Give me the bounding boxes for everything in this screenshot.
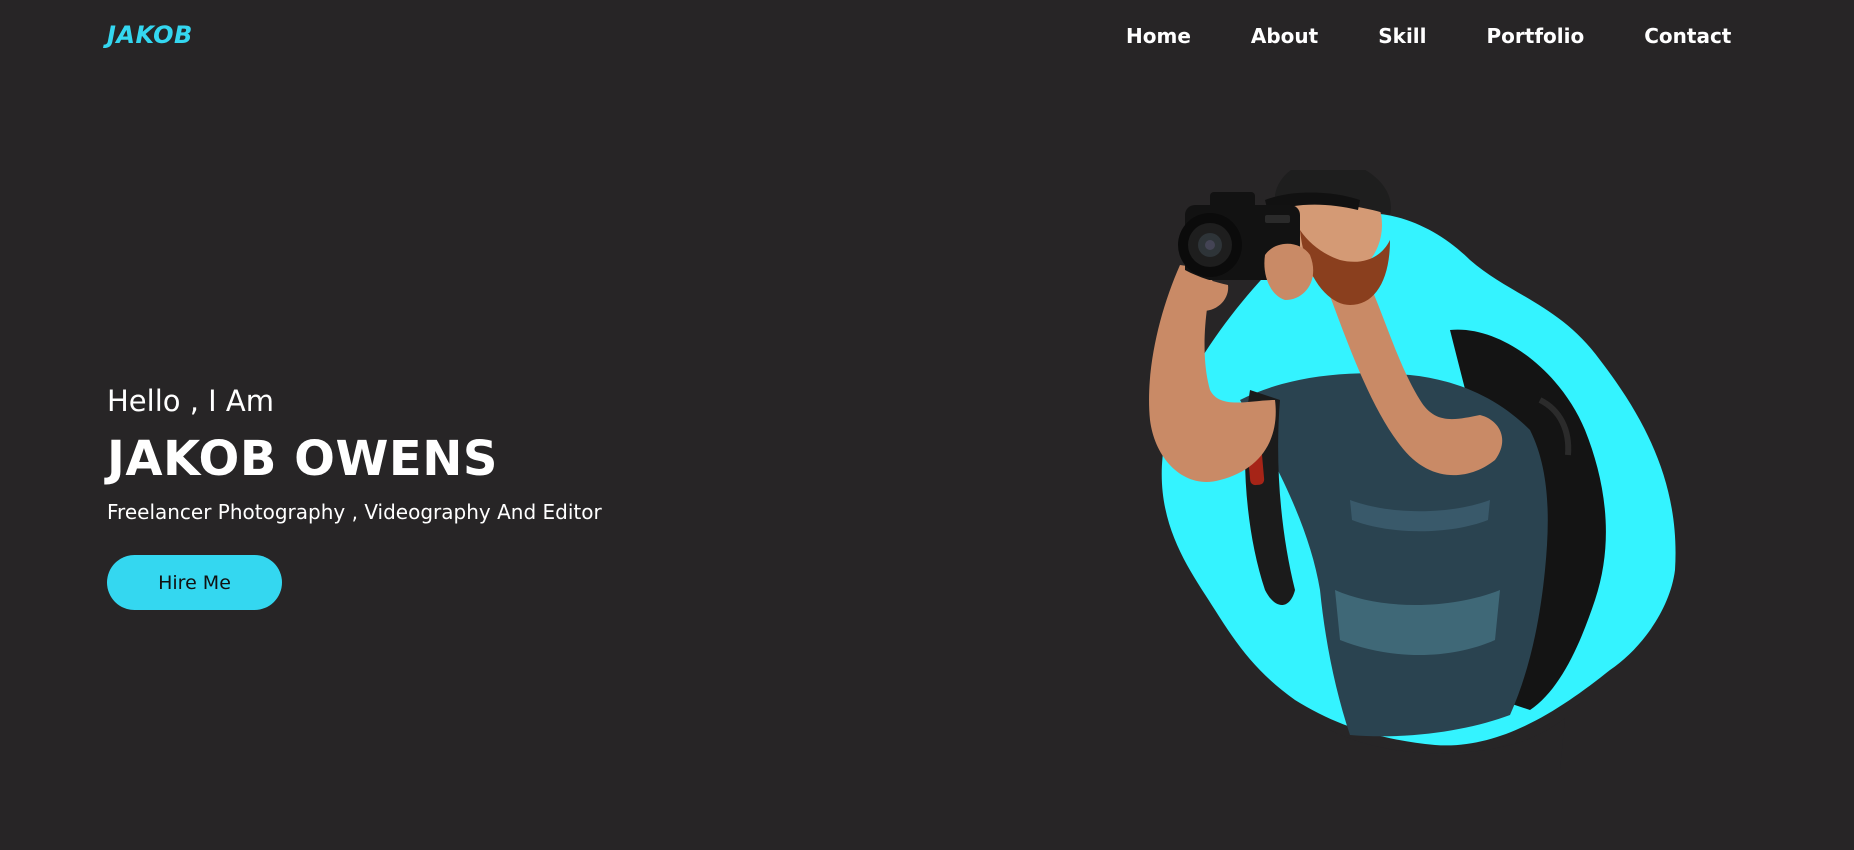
nav-item-about[interactable]: About xyxy=(1251,24,1318,48)
hero-image xyxy=(1090,170,1710,770)
nav-item-portfolio[interactable]: Portfolio xyxy=(1487,24,1585,48)
nav-item-contact[interactable]: Contact xyxy=(1644,24,1731,48)
hero-greeting: Hello , I Am xyxy=(107,384,275,418)
nav-item-skill[interactable]: Skill xyxy=(1378,24,1426,48)
hero-tagline: Freelancer Photography , Videography And… xyxy=(107,500,602,524)
hire-me-button[interactable]: Hire Me xyxy=(107,555,282,610)
main-nav: Home About Skill Portfolio Contact xyxy=(1126,24,1731,48)
hero-intro: Hello , I Am JAKOB OWENS Freelancer Phot… xyxy=(107,381,602,610)
page: JAKOB Home About Skill Portfolio Contact… xyxy=(0,0,1854,850)
hero-name: JAKOB OWENS xyxy=(107,431,498,487)
photographer-portrait-icon xyxy=(1149,170,1676,770)
logo[interactable]: JAKOB xyxy=(107,21,193,49)
nav-item-home[interactable]: Home xyxy=(1126,24,1191,48)
